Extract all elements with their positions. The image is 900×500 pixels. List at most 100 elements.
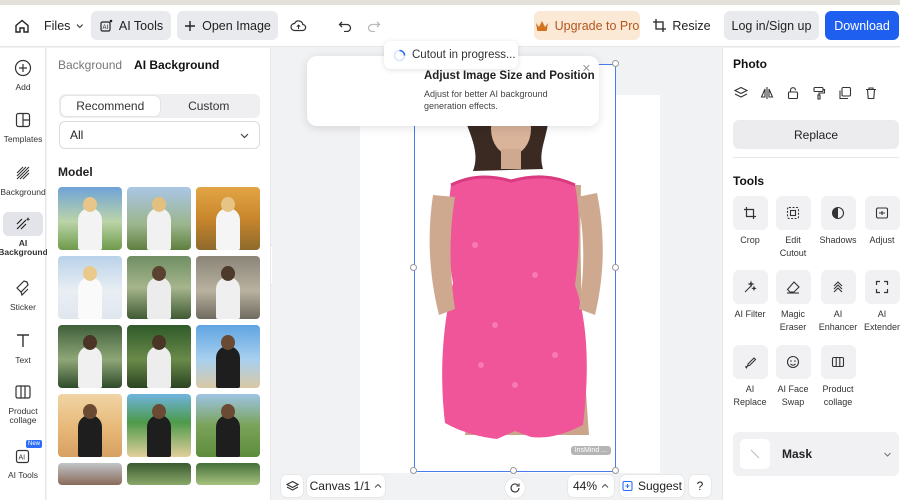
model-thumbnail[interactable] [127,256,191,319]
help-label: ? [696,479,704,493]
ai-tools-icon: AI [100,19,113,32]
zoom-selector[interactable]: 44% [568,475,614,497]
layers-icon [285,480,299,491]
model-thumbnail[interactable] [127,187,191,250]
layer-order-icon[interactable] [733,85,748,100]
delete-icon[interactable] [863,85,878,100]
resize-handle[interactable] [410,264,417,271]
nav-item-templates[interactable]: Templates [0,108,46,144]
nav-item-label: Sticker [10,302,36,312]
upgrade-button[interactable]: Upgrade to Pro [534,11,640,40]
layers-button[interactable] [281,475,303,497]
model-thumbnail[interactable] [127,394,191,457]
divider [733,157,899,158]
nav-item-label: Background [0,187,46,197]
home-button[interactable] [8,11,36,40]
help-button[interactable]: ? [689,475,711,497]
nav-item-sticker[interactable]: Sticker [0,276,46,312]
tool-ai-extender[interactable]: AI Extender [860,270,900,333]
resize-handle[interactable] [410,467,417,474]
model-thumbnail[interactable] [58,394,122,457]
tool-ai-filter[interactable]: AI Filter [728,270,772,321]
tool-shadows[interactable]: Shadows [816,196,860,247]
tool-ai-enhancer[interactable]: AI Enhancer [816,270,860,333]
resize-handle[interactable] [510,467,517,474]
model-thumbnail[interactable] [196,187,260,250]
nav-item-text[interactable]: Text [0,329,46,365]
close-icon[interactable]: ✕ [582,62,591,75]
lock-icon[interactable] [785,85,800,100]
tool-ai-face-swap[interactable]: AI Face Swap [771,345,815,408]
login-button[interactable]: Log in/Sign up [724,11,819,40]
tool-product-collage[interactable]: Product collage [816,345,860,408]
model-thumbnail[interactable] [127,463,191,485]
watermark: InsMind ... [570,446,611,455]
files-menu[interactable]: Files [44,11,84,40]
filter-select[interactable]: All [59,121,260,149]
rotate-icon [510,483,520,493]
resize-handle[interactable] [612,60,619,67]
cloud-button[interactable] [286,11,310,40]
nav-item-product-collage[interactable]: Product collage [0,380,46,425]
tab-switcher: Recommend Custom [59,94,260,118]
rotate-button[interactable] [505,478,525,498]
tool-label: Shadows [819,235,857,245]
tool-adjust[interactable]: Adjust [860,196,900,247]
download-button[interactable]: Download [825,11,899,40]
nav-item-add[interactable]: Add [0,56,46,92]
tool-crop[interactable]: Crop [728,196,772,247]
nav-item-ai-background[interactable]: AI Background [0,212,48,257]
model-thumbnail[interactable] [196,394,260,457]
section-title-model: Model [58,165,93,179]
resize-label: Resize [672,18,711,33]
suggest-button[interactable]: Suggest [620,475,684,497]
nav-item-label: Templates [3,134,43,144]
model-thumbnail[interactable] [58,463,122,485]
tool-label: AI Filter [734,309,766,319]
nav-item-background[interactable]: Background [0,161,46,197]
nav-item-ai-tools[interactable]: AI New AI Tools [0,440,46,480]
model-thumbnail-grid [58,187,262,485]
resize-button[interactable]: Resize [652,11,712,40]
model-thumbnail[interactable] [58,256,122,319]
breadcrumb-parent[interactable]: Background [58,58,122,72]
model-thumbnail[interactable] [58,325,122,388]
ai-background-panel: Background AI Background Recommend Custo… [47,48,271,500]
adjust-icon [864,196,900,230]
tool-edit-cutout[interactable]: Edit Cutout [771,196,815,259]
tip-description: Adjust for better AI background generati… [424,89,548,111]
tool-label: Edit Cutout [779,235,807,258]
eraser-icon [775,270,811,304]
ai-tools-button[interactable]: AI AI Tools [91,11,171,40]
replace-button[interactable]: Replace [733,120,899,149]
resize-handle[interactable] [612,264,619,271]
model-thumbnail[interactable] [127,325,191,388]
mask-section[interactable]: Mask [733,432,899,476]
tool-magic-eraser[interactable]: Magic Eraser [771,270,815,333]
crown-icon [535,20,548,31]
replace-label: Replace [793,127,839,142]
open-image-button[interactable]: Open Image [177,11,278,40]
zoom-value: 44% [572,479,598,493]
ai-background-icon [3,212,43,236]
chevron-up-icon [601,483,609,488]
tool-ai-replace[interactable]: AI Replace [728,345,772,408]
flip-icon[interactable] [759,85,774,100]
nav-item-label: AI Background [0,238,48,257]
undo-button[interactable] [333,11,357,40]
duplicate-icon[interactable] [837,85,852,100]
tools-section-title: Tools [733,174,765,188]
sticker-icon [11,276,35,300]
model-thumbnail[interactable] [196,325,260,388]
tab-custom[interactable]: Custom [160,96,259,116]
paint-roller-icon[interactable] [811,85,826,100]
model-thumbnail[interactable] [196,256,260,319]
suggest-label: Suggest [637,479,683,493]
model-thumbnail[interactable] [196,463,260,485]
tab-recommend[interactable]: Recommend [61,96,160,116]
canvas-selector[interactable]: Canvas 1/1 [307,475,385,497]
ai-tools-label: AI Tools [118,18,164,33]
redo-button[interactable] [362,11,386,40]
model-thumbnail[interactable] [58,187,122,250]
resize-handle[interactable] [612,467,619,474]
